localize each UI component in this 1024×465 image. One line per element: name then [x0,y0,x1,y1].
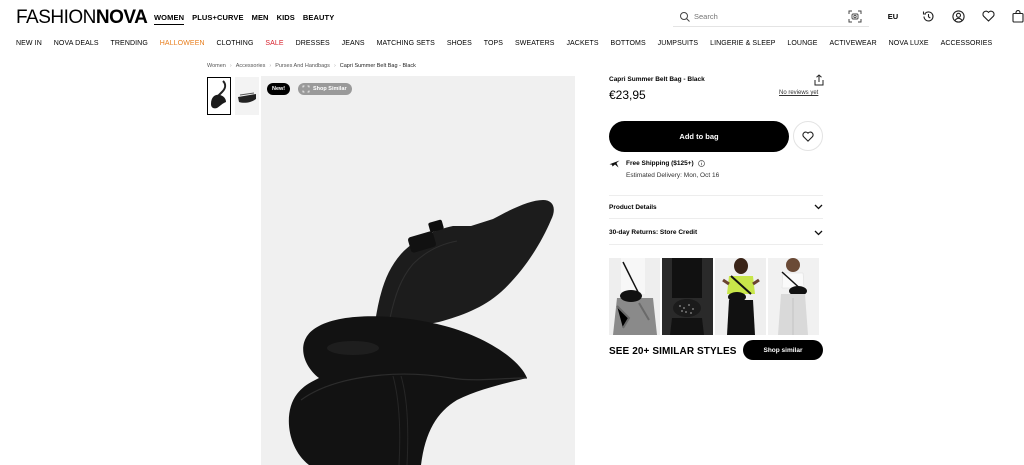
shipping-label: Free Shipping ($125+) [626,160,694,167]
cat-lingerie-sleep[interactable]: LINGERIE & SLEEP [710,40,775,47]
product-thumbnail-2[interactable] [235,77,259,115]
region-selector[interactable]: EU [881,12,905,21]
reviews-link[interactable]: No reviews yet [779,90,818,96]
product-main-image[interactable] [261,76,575,465]
similar-styles-gallery [609,258,819,335]
history-icon[interactable] [921,9,935,23]
similar-style-image[interactable] [609,258,660,335]
crumb-women[interactable]: Women [207,63,226,69]
cat-bottoms[interactable]: BOTTOMS [611,40,646,47]
accordion-label: Product Details [609,203,657,211]
cat-nova-deals[interactable]: NOVA DEALS [54,40,99,47]
nav-beauty[interactable]: BEAUTY [303,13,334,25]
cat-accessories[interactable]: ACCESSORIES [941,40,993,47]
cat-halloween[interactable]: HALLOWEEN [160,40,205,47]
add-to-bag-button[interactable]: Add to bag [609,121,789,152]
chevron-down-icon [814,230,823,235]
info-icon[interactable] [697,160,705,167]
chevron-down-icon [814,204,823,210]
visual-search-icon [302,85,310,93]
shipping-info: Free Shipping ($125+) [626,160,705,167]
logo-text-light: FASHION [16,7,96,28]
crumb-current: Capri Summer Belt Bag - Black [339,63,416,69]
similar-styles-title: SEE 20+ SIMILAR STYLES [609,346,737,357]
crumb-separator: › [333,63,336,69]
wishlist-button[interactable] [793,121,823,151]
cat-dresses[interactable]: DRESSES [296,40,330,47]
nav-men[interactable]: MEN [252,13,269,25]
cat-shoes[interactable]: SHOES [447,40,472,47]
new-badge: New! [267,83,291,95]
cat-clothing[interactable]: CLOTHING [217,40,254,47]
cat-sale[interactable]: SALE [265,40,283,47]
crumb-purses[interactable]: Purses And Handbags [275,63,330,69]
search-bar [673,7,869,27]
product-price: €23,95 [609,88,646,102]
bag-icon[interactable] [1011,9,1024,23]
accordion-product-details[interactable]: Product Details [609,195,823,219]
gender-nav: WOMEN PLUS+CURVE MEN KIDS BEAUTY [154,13,334,25]
cat-sweaters[interactable]: SWEATERS [515,40,555,47]
top-header: FASHIONNOVA WOMEN PLUS+CURVE MEN KIDS BE… [0,0,1024,36]
plane-icon [609,160,620,168]
cat-jeans[interactable]: JEANS [342,40,365,47]
nav-plus-curve[interactable]: PLUS+CURVE [192,13,244,25]
crumb-separator: › [269,63,272,69]
nav-kids[interactable]: KIDS [277,13,295,25]
cat-activewear[interactable]: ACTIVEWEAR [829,40,876,47]
wishlist-icon[interactable] [981,9,995,23]
product-title: Capri Summer Belt Bag - Black [609,76,705,83]
shop-similar-label: Shop Similar [313,86,347,92]
search-input[interactable] [694,9,844,23]
crumb-accessories[interactable]: Accessories [236,63,266,69]
crumb-separator: › [229,63,232,69]
brand-logo[interactable]: FASHIONNOVA [16,7,148,28]
cat-jackets[interactable]: JACKETS [566,40,598,47]
cat-matching-sets[interactable]: MATCHING SETS [377,40,435,47]
cat-new-in[interactable]: NEW IN [16,40,42,47]
accordion-returns[interactable]: 30-day Returns: Store Credit [609,221,823,245]
search-icon[interactable] [679,11,691,23]
visual-search-icon[interactable] [848,10,862,23]
product-thumbnail-1[interactable] [207,77,231,115]
cat-jumpsuits[interactable]: JUMPSUITS [658,40,699,47]
cat-trending[interactable]: TRENDING [111,40,148,47]
similar-style-image[interactable] [715,258,766,335]
similar-style-image[interactable] [662,258,713,335]
cat-tops[interactable]: TOPS [484,40,503,47]
logo-text-bold: NOVA [95,7,148,28]
estimated-delivery: Estimated Delivery: Mon, Oct 16 [626,172,720,179]
shop-similar-button[interactable]: Shop similar [743,340,823,360]
account-icon[interactable] [951,9,965,23]
share-icon[interactable] [813,74,825,86]
breadcrumb: Women › Accessories › Purses And Handbag… [207,63,416,69]
heart-icon [802,131,814,142]
cat-nova-luxe[interactable]: NOVA LUXE [889,40,929,47]
category-nav: NEW IN NOVA DEALS TRENDING HALLOWEEN CLO… [16,40,1004,47]
cat-lounge[interactable]: LOUNGE [787,40,817,47]
nav-women[interactable]: WOMEN [154,13,185,25]
header-icons: EU [881,9,1024,23]
similar-style-image[interactable] [768,258,819,335]
accordion-label: 30-day Returns: Store Credit [609,229,698,236]
shop-similar-badge[interactable]: Shop Similar [298,83,352,95]
